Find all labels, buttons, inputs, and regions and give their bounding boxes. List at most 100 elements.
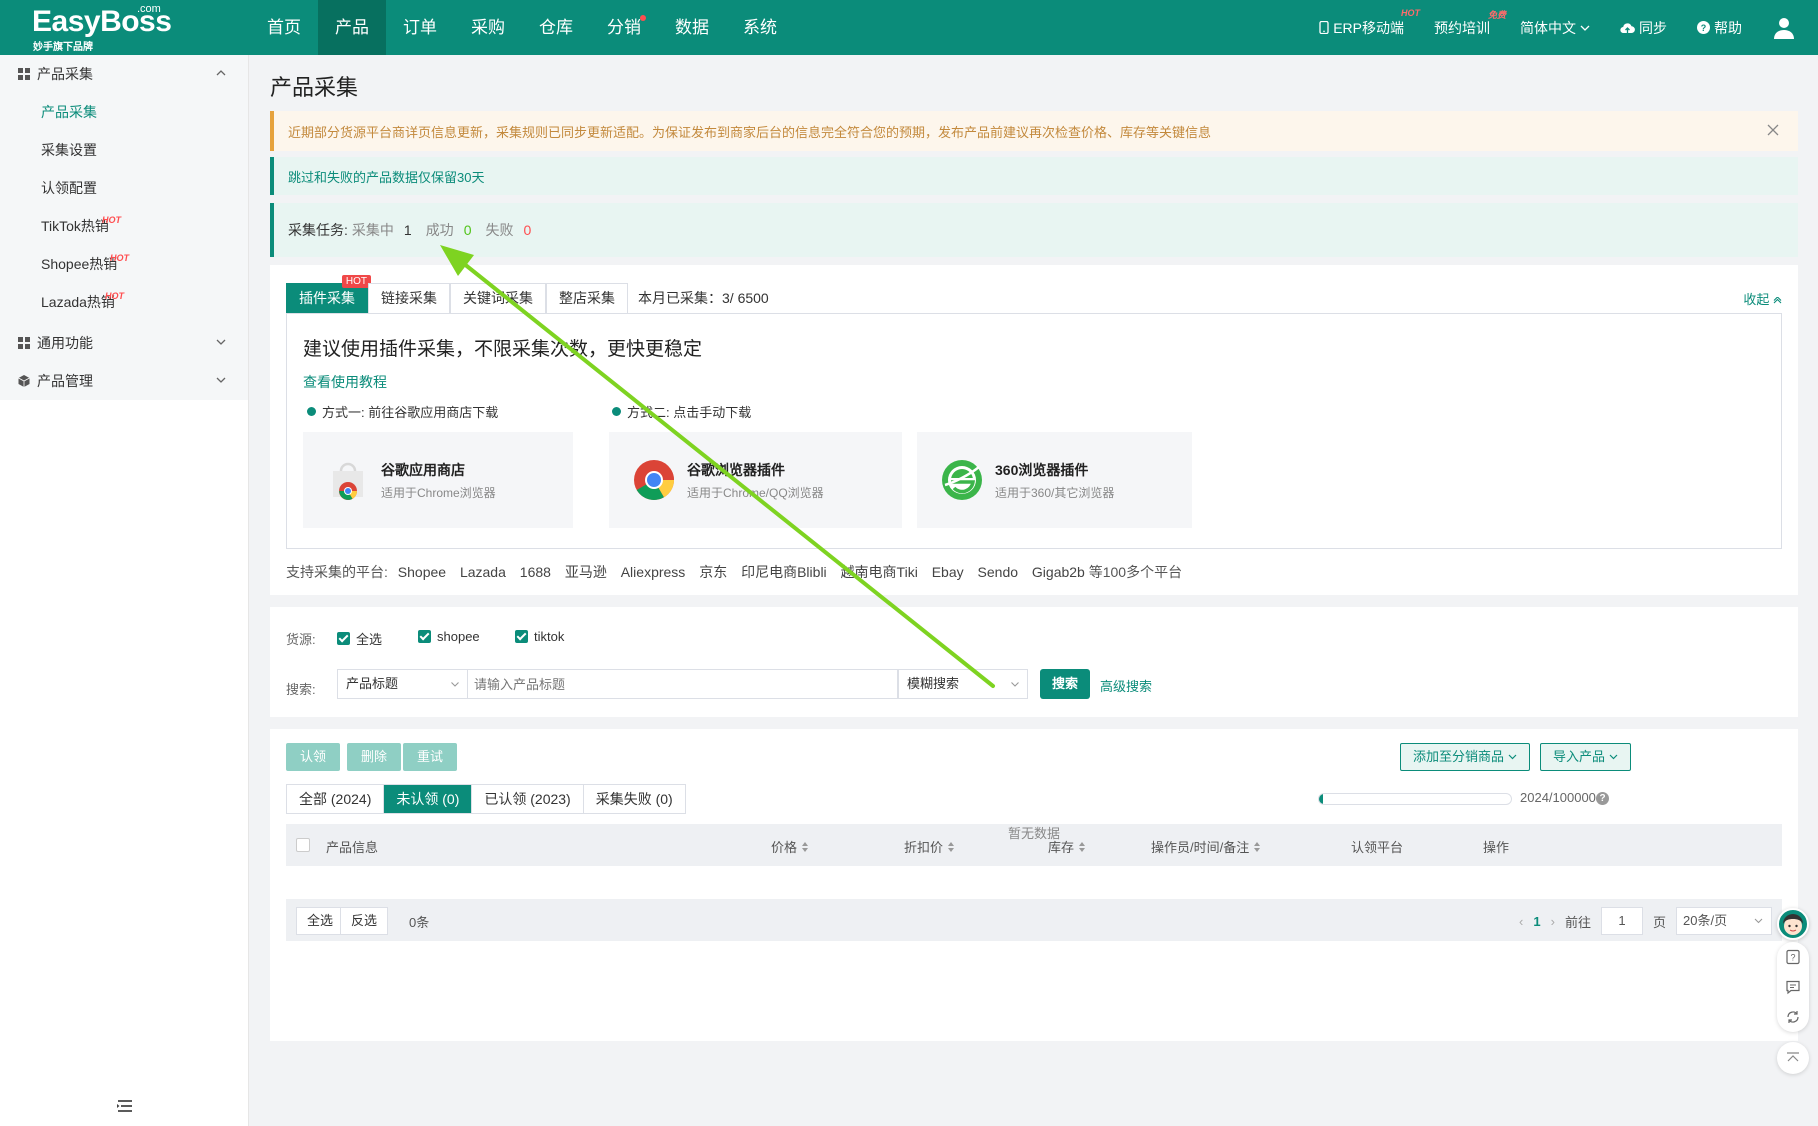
current-page[interactable]: 1: [1533, 914, 1540, 929]
platform-name: 亚马逊: [564, 564, 607, 580]
brand-logo[interactable]: EasyBoss .com 妙手旗下品牌: [0, 0, 250, 55]
delete-button[interactable]: 删除: [347, 743, 402, 771]
language-label: 简体中文: [1520, 19, 1576, 36]
select-all-button[interactable]: 全选: [296, 907, 345, 935]
main-content: 产品采集 近期部分货源平台商详页信息更新，采集规则已同步更新适配。为保证发布到商…: [250, 55, 1818, 1126]
nav-distribution[interactable]: 分销: [590, 0, 658, 55]
free-badge: 免费: [1487, 9, 1506, 20]
language-select[interactable]: 简体中文: [1520, 18, 1590, 38]
question-circle-icon[interactable]: ?: [1596, 792, 1609, 805]
nav-label: 系统: [743, 18, 777, 37]
retry-button[interactable]: 重试: [403, 743, 458, 771]
tab-plugin-collect[interactable]: 插件采集 HOT: [286, 275, 371, 313]
nav-home[interactable]: 首页: [250, 0, 318, 55]
chrome-web-store-card[interactable]: 谷歌应用商店 适用于Chrome浏览器: [303, 432, 573, 528]
chevron-down-icon: [1011, 682, 1019, 687]
tab-keyword-collect[interactable]: 关键词采集: [450, 283, 546, 313]
goto-page-input[interactable]: 1: [1600, 907, 1643, 935]
chevron-down-icon: [1609, 754, 1618, 760]
filter-card: 货源: 全选 shopee tiktok 搜索: 产品标题 模糊搜索 搜索 高级…: [270, 607, 1798, 717]
chrome-plugin-card[interactable]: 谷歌浏览器插件 适用于Chrome/QQ浏览器: [609, 432, 902, 528]
sidebar-item-claim-config[interactable]: 认领配置: [0, 169, 248, 207]
add-to-distribution-button[interactable]: 添加至分销商品: [1400, 743, 1531, 771]
search-label: 搜索:: [286, 682, 316, 697]
grid-icon: [18, 337, 30, 349]
platform-name: Gigab2b: [1031, 564, 1085, 580]
sidebar-item-lazada-hot[interactable]: Lazada热销 HOT: [0, 283, 248, 321]
source-checkbox-shopee[interactable]: shopee: [418, 629, 480, 644]
tutorial-link[interactable]: 查看使用教程: [303, 372, 387, 392]
tab-all[interactable]: 全部 (2024): [287, 785, 385, 813]
user-avatar-icon[interactable]: [1772, 16, 1796, 40]
way-two-label: 方式二: 点击手动下载: [627, 405, 752, 420]
browser-360-plugin-card[interactable]: 360浏览器插件 适用于360/其它浏览器: [917, 432, 1192, 528]
feedback-icon[interactable]: [1785, 1009, 1801, 1025]
hot-badge: HOT: [105, 291, 124, 301]
import-product-button[interactable]: 导入产品: [1540, 743, 1632, 771]
back-to-top-button[interactable]: [1777, 1042, 1809, 1074]
nav-warehouse[interactable]: 仓库: [522, 0, 590, 55]
source-label: 货源:: [286, 632, 316, 647]
way-two: 方式二: 点击手动下载: [612, 402, 751, 421]
platforms-suffix: 等100多个平台: [1088, 564, 1183, 580]
quota-progress-bar: [1318, 793, 1512, 805]
nav-orders[interactable]: 订单: [386, 0, 454, 55]
source-checkbox-all[interactable]: 全选: [337, 629, 382, 648]
tab-unclaimed[interactable]: 未认领 (0): [384, 785, 473, 813]
support-avatar-icon[interactable]: [1777, 908, 1809, 940]
nav-products[interactable]: 产品: [318, 0, 386, 55]
nav-purchase[interactable]: 采购: [454, 0, 522, 55]
sidebar-item-label: Shopee热销: [41, 256, 118, 272]
chevron-down-icon: [1580, 25, 1590, 31]
sidebar-item-product-collect[interactable]: 产品采集: [0, 93, 248, 131]
selected-count: 0条: [409, 915, 430, 930]
advanced-search-link[interactable]: 高级搜索: [1100, 676, 1152, 695]
floating-tools: ?: [1777, 908, 1809, 1074]
page-size-select[interactable]: 20条/页: [1676, 907, 1772, 935]
training-link[interactable]: 预约培训 免费: [1434, 10, 1506, 38]
sidebar-item-shopee-hot[interactable]: Shopee热销 HOT: [0, 245, 248, 283]
message-icon[interactable]: [1785, 979, 1801, 995]
search-input[interactable]: [468, 669, 898, 699]
nav-data[interactable]: 数据: [658, 0, 726, 55]
search-button[interactable]: 搜索: [1040, 669, 1091, 699]
question-circle-icon: ?: [1697, 21, 1710, 34]
header-right-tools: ERP移动端 HOT 预约培训 免费 简体中文 同步 ? 帮助: [1319, 0, 1818, 55]
sidebar-group-product-collect[interactable]: 产品采集: [0, 55, 248, 93]
success-count[interactable]: 0: [464, 222, 472, 238]
help-doc-icon[interactable]: ?: [1785, 949, 1801, 965]
brand-com: .com: [137, 3, 161, 15]
hot-badge: HOT: [110, 253, 129, 263]
close-icon[interactable]: [1766, 123, 1780, 137]
nav-system[interactable]: 系统: [726, 0, 794, 55]
sidebar-group-general[interactable]: 通用功能: [0, 324, 248, 362]
sidebar-group-product-manage[interactable]: 产品管理: [0, 362, 248, 400]
source-checkbox-tiktok[interactable]: tiktok: [515, 629, 564, 644]
tab-collect-failed[interactable]: 采集失败 (0): [584, 785, 685, 813]
sidebar-item-label: 认领配置: [41, 180, 97, 196]
bullet-icon: [307, 407, 316, 416]
fail-count[interactable]: 0: [523, 222, 531, 238]
tab-store-collect[interactable]: 整店采集: [546, 283, 628, 313]
tab-link-collect[interactable]: 链接采集: [368, 283, 450, 313]
tab-label: 整店采集: [559, 290, 615, 306]
select-value: 模糊搜索: [907, 676, 960, 691]
prev-page-icon[interactable]: ‹: [1519, 914, 1523, 929]
sidebar-item-tiktok-hot[interactable]: TikTok热销 HOT: [0, 207, 248, 245]
search-field-select[interactable]: 产品标题: [337, 669, 468, 699]
next-page-icon[interactable]: ›: [1551, 914, 1555, 929]
erp-mobile-link[interactable]: ERP移动端 HOT: [1319, 8, 1420, 38]
tab-claimed[interactable]: 已认领 (2023): [472, 785, 584, 813]
menu-collapse-icon[interactable]: [116, 1098, 134, 1114]
quota-text: 2024/100000: [1520, 790, 1596, 805]
sync-button[interactable]: 同步: [1620, 18, 1667, 38]
sidebar-item-collect-settings[interactable]: 采集设置: [0, 131, 248, 169]
collapse-button[interactable]: 收起: [1743, 289, 1782, 308]
cloud-upload-icon: [1620, 22, 1635, 33]
collecting-count[interactable]: 1: [404, 222, 412, 238]
help-label: 帮助: [1714, 19, 1742, 36]
search-mode-select[interactable]: 模糊搜索: [898, 669, 1028, 699]
invert-selection-button[interactable]: 反选: [340, 907, 389, 935]
help-button[interactable]: ? 帮助: [1697, 18, 1742, 38]
claim-button[interactable]: 认领: [286, 743, 341, 771]
